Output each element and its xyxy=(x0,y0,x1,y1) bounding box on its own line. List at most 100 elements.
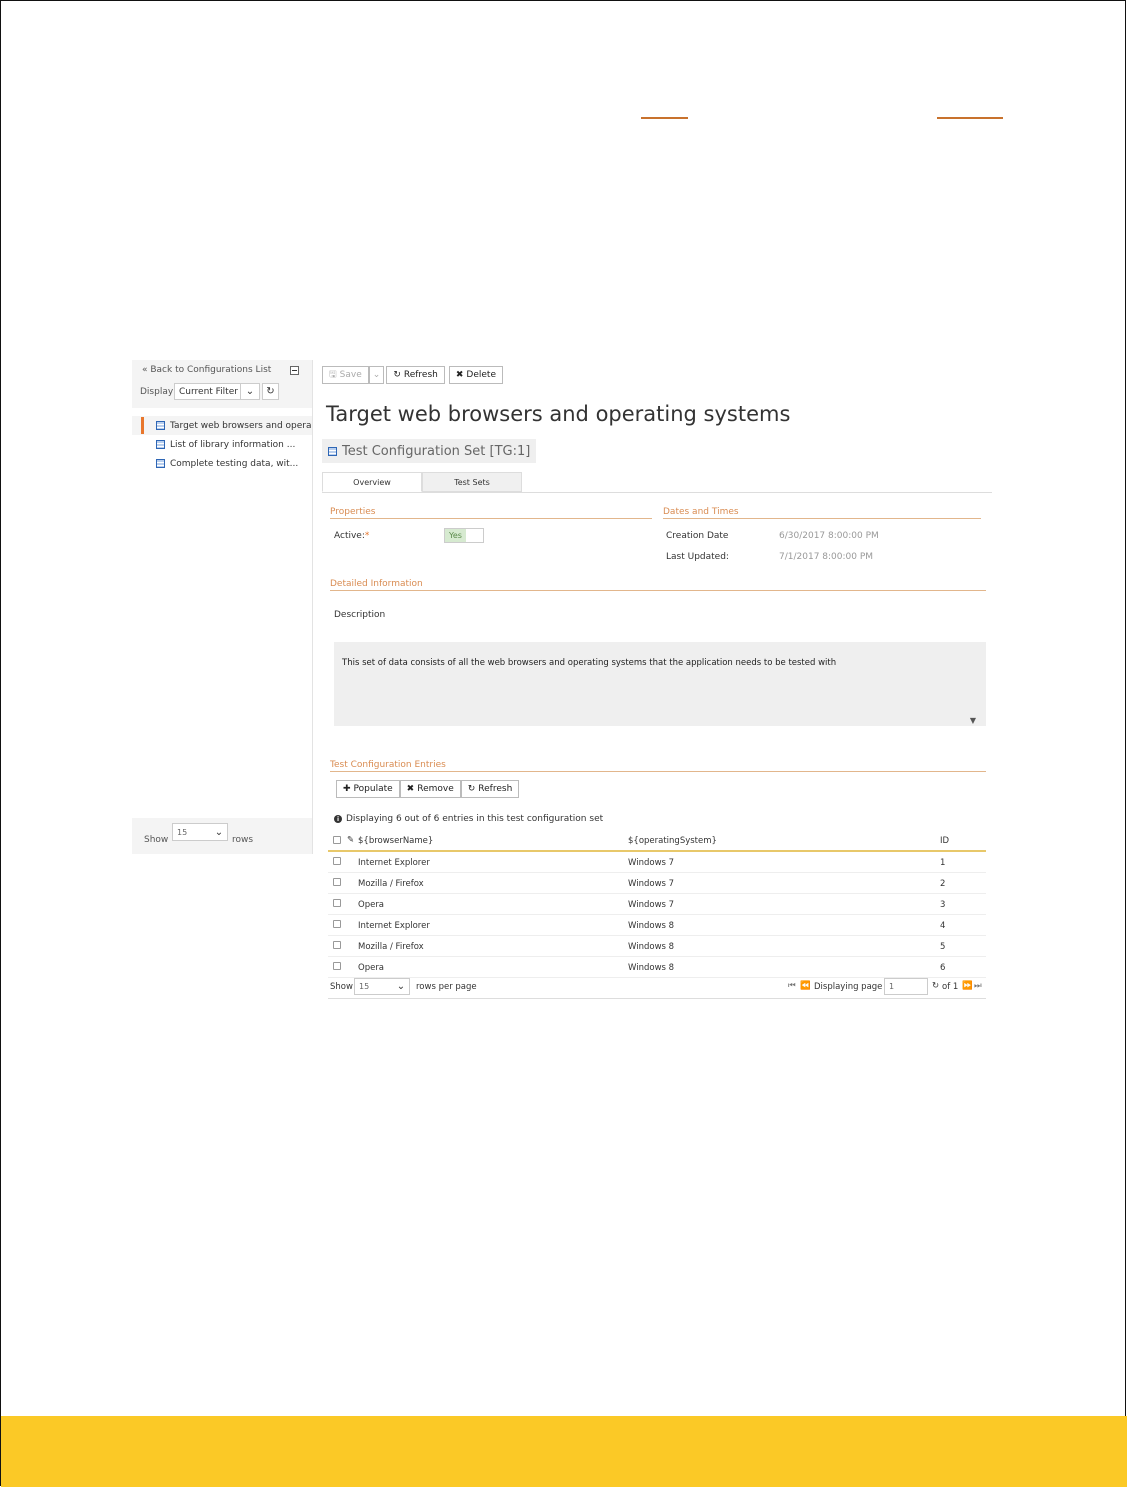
row-checkbox[interactable] xyxy=(333,878,341,886)
chevron-down-icon: ⌄ xyxy=(372,370,381,380)
select-all-checkbox[interactable] xyxy=(333,836,341,844)
id-cell: 2 xyxy=(940,879,946,889)
browser-cell: Mozilla / Firefox xyxy=(358,942,424,952)
active-label: Active:* xyxy=(334,531,370,541)
rows-per-page-label: rows per page xyxy=(416,982,477,992)
footer-bar xyxy=(1,1416,1127,1487)
show-label: Show xyxy=(330,982,353,992)
page-number-input[interactable]: 1 xyxy=(884,978,928,995)
tab-bar: Overview Test Sets xyxy=(322,472,992,493)
row-checkbox[interactable] xyxy=(333,962,341,970)
table-row[interactable]: Internet Explorer Windows 7 1 xyxy=(328,852,986,873)
table-row[interactable]: Internet Explorer Windows 8 4 xyxy=(328,915,986,936)
save-icon: 🖫 xyxy=(329,370,337,380)
column-header[interactable]: ${browserName} xyxy=(358,836,433,846)
page-number-value: 1 xyxy=(889,982,895,991)
sidebar-header: « Back to Configurations List Display Cu… xyxy=(132,360,312,408)
table-header: ✎ ${browserName} ${operatingSystem} ID xyxy=(328,830,986,852)
dates-heading: Dates and Times xyxy=(663,507,981,519)
table-icon xyxy=(328,446,337,456)
chevron-down-icon[interactable]: ⌄ xyxy=(240,384,259,399)
browser-cell: Opera xyxy=(358,963,385,973)
populate-button[interactable]: ✚ Populate xyxy=(336,780,400,798)
os-cell: Windows 8 xyxy=(628,963,675,973)
rows-label: rows xyxy=(232,835,254,845)
application-screenshot: « Back to Configurations List Display Cu… xyxy=(132,360,992,1010)
first-page-icon[interactable]: ⏮ xyxy=(788,981,796,991)
table-row[interactable]: Mozilla / Firefox Windows 8 5 xyxy=(328,936,986,957)
remove-label: Remove xyxy=(417,784,454,794)
sidebar-footer: Show 15 ⌄ rows xyxy=(132,818,312,854)
display-filter-select[interactable]: Current Filter ⌄ xyxy=(174,383,260,400)
browser-cell: Internet Explorer xyxy=(358,858,430,868)
row-checkbox[interactable] xyxy=(333,920,341,928)
collapse-icon[interactable] xyxy=(290,366,299,375)
tab-test-sets[interactable]: Test Sets xyxy=(422,472,522,492)
back-to-list-link[interactable]: « Back to Configurations List xyxy=(142,365,271,375)
entries-refresh-button[interactable]: ↻ Refresh xyxy=(460,780,520,798)
last-page-icon[interactable]: ⏭ xyxy=(974,981,982,991)
refresh-icon[interactable]: ↻ xyxy=(262,383,279,400)
tree-item[interactable]: List of library information ... xyxy=(132,435,312,454)
description-label: Description xyxy=(334,610,386,620)
close-icon: ✖ xyxy=(406,784,415,794)
chevron-down-icon[interactable]: ⌄ xyxy=(393,981,409,992)
id-cell: 4 xyxy=(940,921,946,931)
table-icon xyxy=(156,459,165,468)
artifact-label: Test Configuration Set [TG:1] xyxy=(342,443,531,459)
refresh-icon[interactable]: ↻ xyxy=(932,981,939,991)
row-checkbox[interactable] xyxy=(333,857,341,865)
id-cell: 3 xyxy=(940,900,946,910)
info-icon: i xyxy=(334,815,342,823)
remove-button[interactable]: ✖ Remove xyxy=(399,780,461,798)
table-row[interactable]: Opera Windows 8 6 xyxy=(328,957,986,978)
populate-label: Populate xyxy=(353,784,393,794)
entries-refresh-label: Refresh xyxy=(478,784,513,794)
plus-icon: ✚ xyxy=(343,784,351,794)
refresh-button[interactable]: ↻ Refresh xyxy=(386,366,445,384)
os-cell: Windows 7 xyxy=(628,879,675,889)
rows-value: 15 xyxy=(359,982,370,991)
entries-heading: Test Configuration Entries xyxy=(330,760,986,772)
properties-heading: Properties xyxy=(330,507,652,519)
expand-arrow-icon[interactable]: ▼ xyxy=(970,716,976,725)
column-header[interactable]: ID xyxy=(940,836,949,846)
tree-item[interactable]: Target web browsers and opera xyxy=(132,416,312,435)
tree-item-label: Complete testing data, wit... xyxy=(170,458,299,469)
sidebar-rows-select[interactable]: 15 ⌄ xyxy=(172,823,228,841)
refresh-label: Refresh xyxy=(403,370,438,380)
description-field[interactable]: This set of data consists of all the web… xyxy=(334,642,986,726)
row-checkbox[interactable] xyxy=(333,941,341,949)
tree-item[interactable]: Complete testing data, wit... xyxy=(132,454,312,473)
table-row[interactable]: Opera Windows 7 3 xyxy=(328,894,986,915)
main-panel: 🖫 Save ⌄ ↻ Refresh ✖ Delete Target web b… xyxy=(322,360,992,1010)
active-toggle[interactable]: Yes xyxy=(444,528,484,543)
table-icon xyxy=(156,440,165,449)
delete-button[interactable]: ✖ Delete xyxy=(448,366,503,384)
table-row[interactable]: Mozilla / Firefox Windows 7 2 xyxy=(328,873,986,894)
row-checkbox[interactable] xyxy=(333,899,341,907)
save-options-dropdown[interactable]: ⌄ xyxy=(368,366,385,384)
displaying-page-label: Displaying page xyxy=(814,982,883,992)
tab-overview[interactable]: Overview xyxy=(322,472,422,492)
main-toolbar: 🖫 Save ⌄ ↻ Refresh ✖ Delete xyxy=(322,366,503,384)
column-header[interactable]: ${operatingSystem} xyxy=(628,836,717,846)
entries-info-text: Displaying 6 out of 6 entries in this te… xyxy=(346,814,604,824)
previous-page-icon[interactable]: ⏪ xyxy=(800,981,811,991)
id-cell: 1 xyxy=(940,858,946,868)
os-cell: Windows 8 xyxy=(628,921,675,931)
rows-per-page-select[interactable]: 15 ⌄ xyxy=(354,978,410,995)
close-icon: ✖ xyxy=(455,370,464,380)
table-icon xyxy=(156,421,165,430)
page-title: Target web browsers and operating system… xyxy=(326,402,791,426)
pagination-bar: Show 15 ⌄ rows per page ⏮ ⏪ Displaying p… xyxy=(328,976,986,999)
chevron-down-icon[interactable]: ⌄ xyxy=(211,827,227,838)
next-page-icon[interactable]: ⏩ xyxy=(962,981,973,991)
filter-value: Current Filter xyxy=(179,386,238,397)
tree-item-label: Target web browsers and opera xyxy=(170,420,312,431)
save-label: Save xyxy=(339,370,362,380)
id-cell: 6 xyxy=(940,963,946,973)
last-updated-label: Last Updated: xyxy=(666,552,729,562)
id-cell: 5 xyxy=(940,942,946,952)
save-button[interactable]: 🖫 Save xyxy=(322,366,369,384)
